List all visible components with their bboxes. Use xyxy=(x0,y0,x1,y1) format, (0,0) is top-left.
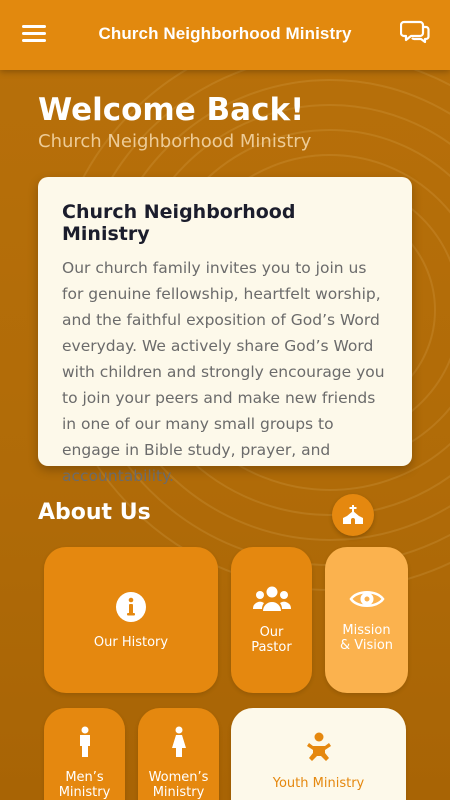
tile-label: Our Pastor xyxy=(251,625,292,655)
tile-youth-ministry[interactable]: Youth Ministry xyxy=(231,708,406,800)
app-title: Church Neighborhood Ministry xyxy=(98,24,352,43)
tile-label: Men’s Ministry xyxy=(58,770,111,800)
users-group-icon xyxy=(252,586,291,611)
app-header: Church Neighborhood Ministry xyxy=(0,0,450,70)
female-icon xyxy=(171,726,186,757)
tile-label: Women’s Ministry xyxy=(148,770,209,800)
tile-womens-ministry[interactable]: Women’s Ministry xyxy=(138,708,219,800)
male-icon xyxy=(79,726,90,757)
tile-mens-ministry[interactable]: Men’s Ministry xyxy=(44,708,125,800)
church-icon[interactable] xyxy=(332,494,374,536)
eye-icon xyxy=(348,591,385,607)
info-circle-icon xyxy=(116,591,146,622)
tile-label: Youth Ministry xyxy=(272,776,365,791)
tile-our-pastor[interactable]: Our Pastor xyxy=(231,547,312,693)
about-us-title: About Us xyxy=(38,500,151,525)
intro-card: Church Neighborhood Ministry Our church … xyxy=(38,177,412,485)
tile-label: Mission & Vision xyxy=(339,623,394,653)
child-icon xyxy=(306,732,331,761)
welcome-subtitle: Church Neighborhood Ministry xyxy=(38,131,312,152)
tile-label: Our History xyxy=(93,634,169,650)
intro-card-title: Church Neighborhood Ministry xyxy=(62,201,296,245)
tile-our-history[interactable]: Our History xyxy=(44,547,218,693)
tile-mission-vision[interactable]: Mission & Vision xyxy=(325,547,408,693)
intro-card-body: Our church family invites you to join us… xyxy=(62,259,385,485)
welcome-heading: Welcome Back! xyxy=(38,92,305,128)
chat-bubbles-icon[interactable] xyxy=(399,18,430,46)
